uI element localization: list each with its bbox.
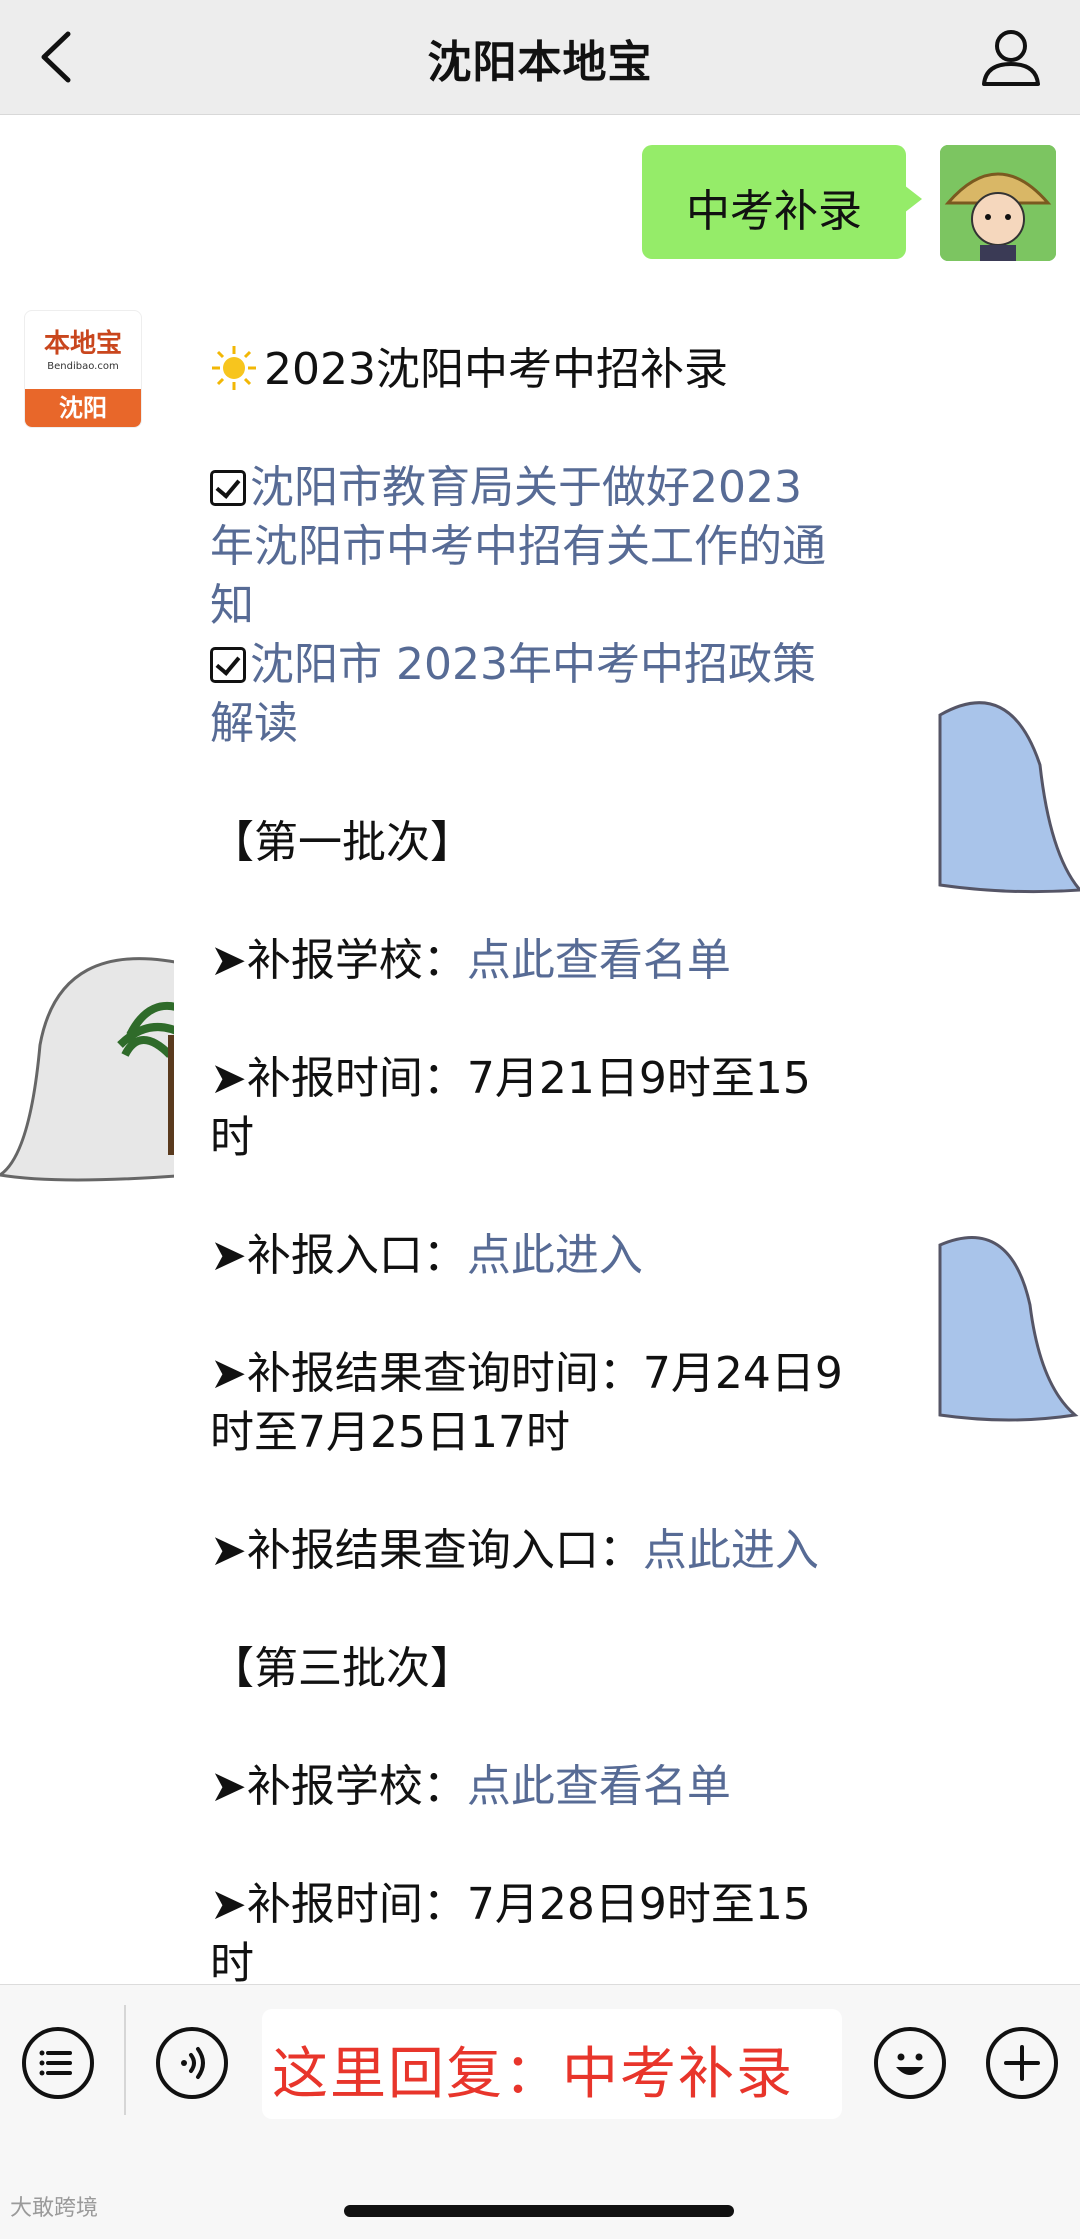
user-icon[interactable] <box>976 22 1046 92</box>
home-indicator[interactable] <box>344 2205 734 2217</box>
top-nav-bar: 沈阳本地宝 <box>0 0 1080 115</box>
emoji-icon[interactable] <box>874 2027 946 2099</box>
message-title: 2023沈阳中考中招补录 <box>264 344 728 395</box>
menu-list-icon-glyph <box>39 2050 72 2076</box>
background-illustration-right-bottom <box>938 1236 1079 1422</box>
batch1-school-line: ➤补报学校：点此查看名单 <box>210 935 731 986</box>
page-title: 沈阳本地宝 <box>427 37 653 88</box>
background-illustration-left <box>0 957 190 1182</box>
message-title-line: 2023沈阳中考中招补录 <box>210 340 910 400</box>
watermark: 大敢跨境 <box>10 2196 99 2221</box>
plus-icon[interactable] <box>986 2027 1058 2099</box>
bot-avatar-url: Bendibao.com <box>47 361 119 372</box>
batch1-result-entry-line: ➤补报结果查询入口：点此进入 <box>210 1525 819 1576</box>
policy-link-line2[interactable]: 解读 <box>210 694 910 754</box>
user-avatar-illustration <box>940 145 1056 261</box>
input-bar: 这里回复：中考补录 大敢跨境 <box>0 1984 1080 2239</box>
batch1-entry-link[interactable]: 点此进入 <box>467 1230 643 1281</box>
message-input[interactable]: 这里回复：中考补录 <box>262 2009 842 2119</box>
batch3-header: 【第三批次】 <box>210 1643 474 1694</box>
batch3-school-link[interactable]: 点此查看名单 <box>467 1761 731 1812</box>
voice-icon-glyph <box>181 2047 205 2079</box>
notice-link[interactable]: 沈阳市教育局关于做好2023 <box>210 458 910 518</box>
voice-icon[interactable] <box>156 2027 228 2099</box>
checkbox-icon <box>210 470 246 506</box>
batch1-entry-line: ➤补报入口：点此进入 <box>210 1230 643 1281</box>
batch3-time-line2: 时 <box>210 1938 254 1983</box>
bot-avatar[interactable]: 本地宝 Bendibao.com 沈阳 <box>24 310 142 428</box>
bot-avatar-brand: 本地宝 <box>43 329 122 359</box>
menu-list-icon[interactable] <box>22 2027 94 2099</box>
notice-link-line3[interactable]: 知 <box>210 576 910 636</box>
batch1-time-line2: 时 <box>210 1112 254 1163</box>
batch1-result-time-line2: 时至7月25日17时 <box>210 1407 570 1458</box>
notice-link-line2[interactable]: 年沈阳市中考中招有关工作的通 <box>210 517 910 577</box>
batch1-result-time-line: ➤补报结果查询时间：7月24日9 <box>210 1348 843 1399</box>
checkbox-icon <box>210 647 246 683</box>
batch1-school-link[interactable]: 点此查看名单 <box>467 935 731 986</box>
batch1-header: 【第一批次】 <box>210 817 474 868</box>
outgoing-message-text: 中考补录 <box>686 186 862 237</box>
outgoing-message-bubble[interactable]: 中考补录 <box>642 145 922 259</box>
sun-icon <box>212 346 256 390</box>
batch1-result-entry-link[interactable]: 点此进入 <box>643 1525 819 1576</box>
background-illustration-right-top <box>938 701 1080 894</box>
policy-link[interactable]: 沈阳市 2023年中考中招政策 <box>210 635 910 695</box>
emoji-icon-glyph <box>896 2053 924 2075</box>
plus-icon-glyph <box>1004 2045 1040 2081</box>
batch3-school-line: ➤补报学校：点此查看名单 <box>210 1761 731 1812</box>
bot-avatar-city: 沈阳 <box>25 389 141 427</box>
reply-hint-text: 这里回复：中考补录 <box>272 2042 794 2107</box>
batch3-time-line: ➤补报时间：7月28日9时至15 <box>210 1879 811 1930</box>
chat-area[interactable]: 中考补录 本地宝 Bendibao.com 沈阳 2023沈阳中考中招补录 沈阳… <box>0 115 1080 1983</box>
divider <box>124 2005 126 2115</box>
incoming-message-panel: 2023沈阳中考中招补录 沈阳市教育局关于做好2023 年沈阳市中考中招有关工作… <box>174 310 936 1983</box>
avatar[interactable] <box>940 145 1056 261</box>
batch1-time-line: ➤补报时间：7月21日9时至15 <box>210 1053 811 1104</box>
